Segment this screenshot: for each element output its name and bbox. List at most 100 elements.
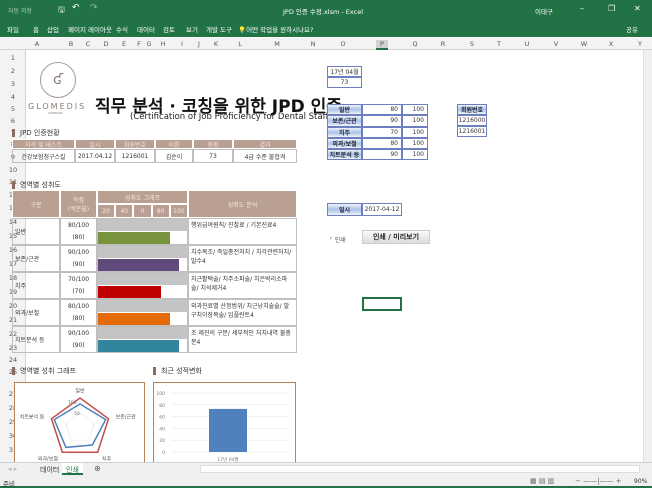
score-max[interactable]: 100 bbox=[402, 149, 428, 161]
vertical-scrollbar[interactable] bbox=[643, 50, 652, 462]
cert-value[interactable]: 김순이 bbox=[155, 149, 193, 163]
tab-view[interactable]: 보기 bbox=[186, 24, 198, 34]
area-cell: 일반 bbox=[12, 218, 60, 245]
cert-value[interactable]: 4급 수준 불합격 bbox=[233, 149, 297, 163]
column-header-G[interactable]: G bbox=[143, 40, 155, 48]
row-header-6[interactable]: 6 bbox=[0, 117, 26, 125]
column-header-K[interactable]: K bbox=[210, 40, 222, 48]
column-header-Q[interactable]: Q bbox=[409, 40, 421, 48]
pct-cell: (80) bbox=[60, 231, 97, 245]
column-header-Y[interactable]: Y bbox=[634, 40, 646, 48]
column-header-E[interactable]: E bbox=[118, 40, 130, 48]
column-header-T[interactable]: T bbox=[493, 40, 505, 48]
y-tick-label: 80 bbox=[159, 403, 165, 409]
bar-chart[interactable]: 02040608010017년 04월 bbox=[153, 382, 296, 464]
tab-insert[interactable]: 삽입 bbox=[47, 24, 59, 34]
graph-tick: 100 bbox=[169, 204, 188, 218]
zoom-slider[interactable]: − ——|—— + bbox=[575, 477, 622, 485]
minimize-icon[interactable]: – bbox=[580, 4, 584, 13]
score-value[interactable]: 80 bbox=[362, 104, 402, 116]
print-checkbox[interactable]: ⌜ 인쇄 bbox=[330, 235, 346, 244]
redo-icon[interactable]: ↷ bbox=[90, 3, 98, 13]
achieve-section-title: 영역별 성취도 bbox=[12, 181, 61, 189]
tell-me-search[interactable]: 💡어떤 작업을 원하시나요? bbox=[238, 24, 313, 34]
column-header-H[interactable]: H bbox=[157, 40, 169, 48]
cert-value[interactable]: 2017.04.12 bbox=[75, 149, 115, 163]
column-header-N[interactable]: N bbox=[307, 40, 319, 48]
score-cell: 70/100 bbox=[60, 272, 97, 286]
radar-section-title: 영역별 성취 그래프 bbox=[12, 367, 76, 375]
tab-home[interactable]: 홈 bbox=[33, 24, 39, 34]
member-cell[interactable]: 1216001 bbox=[457, 126, 487, 137]
tab-developer[interactable]: 개발 도구 bbox=[206, 24, 232, 34]
column-header-B[interactable]: B bbox=[65, 40, 77, 48]
score-max[interactable]: 100 bbox=[402, 137, 428, 150]
column-header-O[interactable]: O bbox=[337, 40, 349, 48]
tab-file[interactable]: 파일 bbox=[7, 24, 19, 34]
save-icon[interactable]: 🖫 bbox=[58, 4, 65, 18]
tab-page-layout[interactable]: 페이지 레이아웃 bbox=[68, 24, 112, 34]
print-preview-button[interactable]: 인쇄 / 미리보기 bbox=[362, 230, 430, 244]
date-label: 일시 bbox=[327, 203, 362, 216]
column-header-C[interactable]: C bbox=[82, 40, 94, 48]
share-button[interactable]: 공유 bbox=[626, 24, 638, 34]
cert-value[interactable]: 73 bbox=[193, 149, 233, 163]
row-header-10[interactable]: 10 bbox=[0, 166, 26, 174]
column-header-M[interactable]: M bbox=[271, 40, 283, 48]
column-header-P[interactable]: P bbox=[376, 40, 388, 50]
analysis-cell: 치근활택술/ 치주소파술/ 치은박리소파술/ 치석제거4 bbox=[188, 272, 297, 299]
ribbon-tabs: 파일 홈 삽입 페이지 레이아웃 수식 데이터 검토 보기 개발 도구 💡어떤 … bbox=[0, 20, 652, 37]
maximize-icon[interactable]: ❐ bbox=[608, 4, 615, 13]
analysis-cell: 외과진료별 산정범위/ 치근낭치술술/ 발구치이장복술/ 임플란트4 bbox=[188, 299, 297, 326]
score-max[interactable]: 100 bbox=[402, 104, 428, 116]
row-header-1[interactable]: 1 bbox=[0, 54, 26, 62]
bar-background bbox=[98, 300, 188, 312]
score-value[interactable]: 70 bbox=[362, 126, 402, 138]
column-header-J[interactable]: J bbox=[193, 40, 205, 48]
radar-chart[interactable]: 일반보존/근관치주외과/보철치트분석 등10050 bbox=[14, 382, 145, 464]
row-header-5[interactable]: 5 bbox=[0, 105, 26, 113]
tab-review[interactable]: 검토 bbox=[163, 24, 175, 34]
autosave-toggle[interactable]: 자동 저장 bbox=[8, 6, 32, 15]
total-cell[interactable]: 73 bbox=[327, 77, 362, 88]
row-header-4[interactable]: 4 bbox=[0, 93, 26, 101]
sheet-tab-data[interactable]: 데이터 bbox=[40, 465, 59, 475]
column-header-D[interactable]: D bbox=[100, 40, 112, 48]
window-title: JPD 인증 수정.xlsm - Excel bbox=[283, 8, 364, 16]
view-mode-icons[interactable]: ▦ ▤ ▥ bbox=[530, 477, 554, 485]
column-header-X[interactable]: X bbox=[605, 40, 617, 48]
score-value[interactable]: 90 bbox=[362, 115, 402, 127]
sheet-nav-icon[interactable]: ◂ ▸ bbox=[8, 465, 17, 473]
column-header-W[interactable]: W bbox=[578, 40, 590, 48]
row-header-3[interactable]: 3 bbox=[0, 80, 26, 88]
sheet-tab-print[interactable]: 인쇄 bbox=[62, 463, 83, 475]
column-header-L[interactable]: L bbox=[234, 40, 246, 48]
score-max[interactable]: 100 bbox=[402, 126, 428, 138]
row-header-2[interactable]: 2 bbox=[0, 67, 26, 75]
area-cell: 외과/보철 bbox=[12, 299, 60, 326]
horizontal-scrollbar[interactable] bbox=[200, 465, 640, 473]
member-cell[interactable]: 1216000 bbox=[457, 115, 487, 126]
column-header-I[interactable]: I bbox=[176, 40, 188, 48]
score-max[interactable]: 100 bbox=[402, 115, 428, 127]
month-cell[interactable]: 17년 04월 bbox=[327, 66, 362, 77]
close-icon[interactable]: ✕ bbox=[634, 4, 641, 13]
tab-data[interactable]: 데이터 bbox=[137, 24, 155, 34]
score-value[interactable]: 80 bbox=[362, 137, 402, 150]
cert-value[interactable]: 1216001 bbox=[115, 149, 155, 163]
row-header-24[interactable]: 24 bbox=[0, 356, 26, 364]
column-header-U[interactable]: U bbox=[521, 40, 533, 48]
user-name[interactable]: 이태구 bbox=[535, 6, 553, 16]
date-cell[interactable]: 2017-04-12 bbox=[362, 203, 402, 216]
column-header-S[interactable]: S bbox=[466, 40, 478, 48]
cert-value[interactable]: 건강보험청구스킬 bbox=[12, 149, 75, 163]
score-value[interactable]: 90 bbox=[362, 149, 402, 161]
column-header-V[interactable]: V bbox=[550, 40, 562, 48]
score-label: 일반 bbox=[327, 104, 362, 116]
selected-cell[interactable] bbox=[362, 297, 402, 311]
column-header-A[interactable]: A bbox=[31, 40, 43, 48]
add-sheet-icon[interactable]: ⊕ bbox=[94, 464, 101, 473]
undo-icon[interactable]: ↶ bbox=[72, 3, 80, 13]
column-header-R[interactable]: R bbox=[437, 40, 449, 48]
tab-formulas[interactable]: 수식 bbox=[116, 24, 128, 34]
